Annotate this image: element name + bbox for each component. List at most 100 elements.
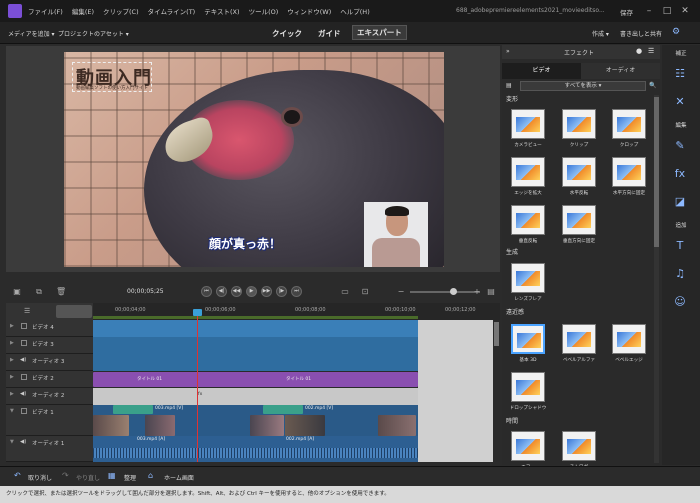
effect-lens-flare[interactable]: レンズフレア xyxy=(508,263,548,311)
tab-video[interactable]: ビデオ xyxy=(502,63,581,79)
effect-camera-view[interactable]: カメラビュー xyxy=(508,109,548,157)
track-options-icon[interactable]: ☰ xyxy=(24,307,30,315)
expand-arrow-icon[interactable]: ▶ xyxy=(10,391,14,397)
zoom-in-button[interactable]: + xyxy=(472,287,482,297)
step-forward-icon[interactable]: |▶ xyxy=(276,286,287,297)
save-button[interactable]: 保存 xyxy=(620,7,633,17)
effect-clip[interactable]: クリップ xyxy=(559,109,599,157)
playhead-handle[interactable] xyxy=(193,309,202,316)
track-video2[interactable]: タイトル 01 タイトル 01 xyxy=(93,371,418,388)
menu-window[interactable]: ウィンドウ(W) xyxy=(287,6,331,16)
timeline-nav-button[interactable] xyxy=(56,305,92,318)
track-icon[interactable] xyxy=(21,408,27,414)
playhead[interactable] xyxy=(197,309,198,462)
panel-menu-icon[interactable]: ☰ xyxy=(648,47,654,55)
expand-arrow-icon[interactable]: ▼ xyxy=(10,439,14,445)
undo-icon[interactable]: ↶ xyxy=(14,471,21,480)
list-view-icon[interactable]: ▤ xyxy=(506,82,512,89)
tab-expert[interactable]: エキスパート xyxy=(352,25,407,40)
effect-basic-3d[interactable]: 基本 3D xyxy=(508,324,548,372)
project-assets-button[interactable]: プロジェクトのアセット ▾ xyxy=(58,29,129,38)
add-media-button[interactable]: メディアを追加 ▾ xyxy=(8,29,55,38)
camera-icon[interactable]: ▣ xyxy=(12,287,22,297)
menu-text[interactable]: テキスト(X) xyxy=(204,6,239,16)
rewind-icon[interactable]: ◀◀ xyxy=(231,286,242,297)
copy-icon[interactable]: ⧉ xyxy=(34,287,44,297)
speaker-icon[interactable]: ◀) xyxy=(20,391,26,397)
expand-arrow-icon[interactable]: ▼ xyxy=(10,408,14,414)
home-screen-button[interactable]: ホーム画面 xyxy=(164,473,194,482)
effects-filter-dropdown[interactable]: すべてを表示 ▾ xyxy=(520,81,646,91)
play-icon[interactable]: ▶ xyxy=(246,286,257,297)
tab-audio[interactable]: オーディオ xyxy=(581,63,660,79)
monitor-icon[interactable]: ▭ xyxy=(340,287,350,297)
close-icon[interactable]: ✕ xyxy=(676,3,694,19)
effect-edge-feather[interactable]: エッジを拡大 xyxy=(508,157,548,205)
adjust-sliders-icon[interactable]: ☷ xyxy=(669,67,691,80)
work-area-bar[interactable] xyxy=(93,316,418,319)
fx-icon[interactable]: fx xyxy=(669,167,691,180)
expand-arrow-icon[interactable]: ▶ xyxy=(10,323,14,329)
effect-horizontal-hold[interactable]: 水平方向に固定 xyxy=(609,157,649,205)
menu-help[interactable]: ヘルプ(H) xyxy=(340,6,369,16)
magic-wand-icon[interactable]: ✎ xyxy=(669,139,691,152)
time-ruler[interactable]: 00;00;04;00 00;00;06;00 00;00;08;00 00;0… xyxy=(93,303,500,320)
organizer-button[interactable]: 整理 xyxy=(124,473,136,482)
expand-arrow-icon[interactable]: ▶ xyxy=(10,374,14,380)
effect-drop-shadow[interactable]: ドロップシャドウ xyxy=(508,372,548,420)
effect-bevel-alpha[interactable]: ベベルアルファ xyxy=(559,324,599,372)
help-icon[interactable]: ● xyxy=(636,47,642,55)
menu-clip[interactable]: クリップ(C) xyxy=(103,6,139,16)
organizer-icon[interactable]: ▦ xyxy=(108,471,116,480)
clip-header[interactable] xyxy=(113,405,153,414)
expand-arrow-icon[interactable]: ▶ xyxy=(10,357,14,363)
effect-crop[interactable]: クロップ xyxy=(609,109,649,157)
forward-icon[interactable]: ▶▶ xyxy=(261,286,272,297)
timeline-menu-icon[interactable]: ▤ xyxy=(486,287,496,297)
go-to-end-icon[interactable]: ⏭ xyxy=(291,286,302,297)
go-to-start-icon[interactable]: ⏮ xyxy=(201,286,212,297)
effect-echo[interactable]: エコー xyxy=(508,431,548,470)
track-video1[interactable]: 003.mp4 [V] 002.mp4 [V] xyxy=(93,405,418,436)
redo-icon[interactable]: ↷ xyxy=(62,471,69,480)
menu-timeline[interactable]: タイムライン(T) xyxy=(148,6,196,16)
effect-strobe[interactable]: ストロボ xyxy=(559,431,599,470)
redo-button[interactable]: やり直し xyxy=(76,473,100,482)
search-icon[interactable]: 🔍 xyxy=(649,82,656,89)
maximize-icon[interactable]: □ xyxy=(658,3,676,19)
effects-scrollbar[interactable] xyxy=(654,95,659,463)
effect-horizontal-flip[interactable]: 水平反転 xyxy=(559,157,599,205)
zoom-slider-handle[interactable] xyxy=(450,288,457,295)
track-icon[interactable] xyxy=(21,323,27,329)
gear-icon[interactable]: ⚙ xyxy=(672,27,680,37)
effect-vertical-hold[interactable]: 垂直方向に固定 xyxy=(559,205,599,253)
speaker-icon[interactable]: ◀) xyxy=(20,439,26,445)
graphics-icon[interactable]: ☺ xyxy=(669,295,691,308)
track-icon[interactable] xyxy=(21,340,27,346)
panel-collapse-icon[interactable]: » xyxy=(506,48,510,55)
tab-guided[interactable]: ガイド xyxy=(318,28,341,39)
tools-icon[interactable]: ✕ xyxy=(669,95,691,108)
timeline-scrollbar[interactable] xyxy=(493,320,500,462)
tab-quick[interactable]: クイック xyxy=(272,28,302,39)
undo-button[interactable]: 取り消し xyxy=(28,473,52,482)
clip-header[interactable] xyxy=(263,405,303,414)
create-button[interactable]: 作成 ▾ xyxy=(592,29,609,38)
render-icon[interactable]: ⊡ xyxy=(360,287,370,297)
zoom-out-button[interactable]: − xyxy=(396,287,406,297)
scrollbar-thumb[interactable] xyxy=(494,322,499,346)
menu-tools[interactable]: ツール(O) xyxy=(249,6,279,16)
music-icon[interactable]: ♫ xyxy=(669,267,691,280)
menu-file[interactable]: ファイル(F) xyxy=(28,6,63,16)
speaker-icon[interactable]: ◀) xyxy=(20,357,26,363)
step-back-icon[interactable]: ◀| xyxy=(216,286,227,297)
track-audio1[interactable]: 003.mp4 [A] 002.mp4 [A] xyxy=(93,436,418,462)
trash-icon[interactable]: 🗑 xyxy=(56,287,66,297)
track-icon[interactable] xyxy=(21,374,27,380)
timeline-empty-area[interactable] xyxy=(418,320,493,462)
effect-bevel-edges[interactable]: ベベルエッジ xyxy=(609,324,649,372)
titles-icon[interactable]: T xyxy=(669,239,691,252)
home-icon[interactable]: ⌂ xyxy=(148,471,153,480)
transitions-icon[interactable]: ◪ xyxy=(669,195,691,208)
export-share-button[interactable]: 書き出しと共有 xyxy=(620,29,662,38)
